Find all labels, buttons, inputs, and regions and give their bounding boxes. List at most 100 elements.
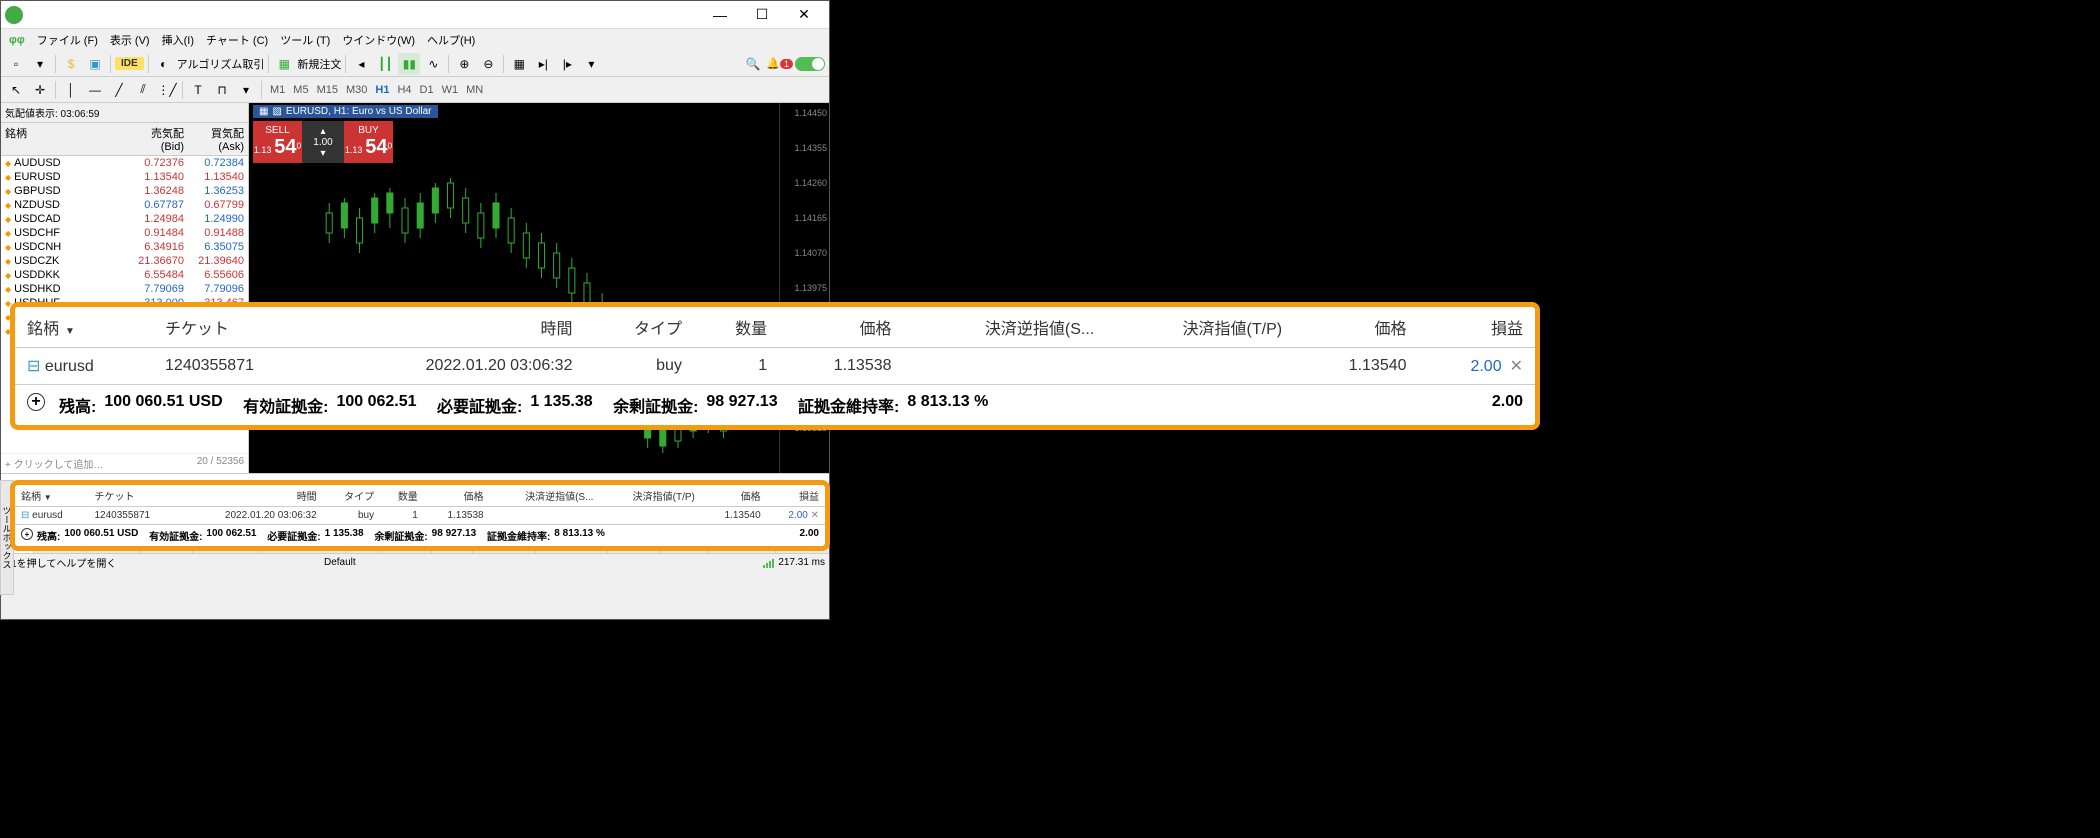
trade-row-small[interactable]: ⊟ eurusd 1240355871 2022.01.20 03:06:32 … xyxy=(15,507,825,525)
line-button[interactable]: ∿ xyxy=(422,53,444,75)
th-pl[interactable]: 損益 xyxy=(1419,307,1535,348)
titlebar: — ☐ ✕ xyxy=(1,1,829,29)
market-watch-title: 気配値表示: 03:06:59 xyxy=(1,103,248,123)
timeframe-h1[interactable]: H1 xyxy=(371,82,393,98)
hline-button[interactable]: — xyxy=(84,79,106,101)
market-row-usddkk[interactable]: ◆ USDDKK6.554846.55606 xyxy=(1,268,248,282)
trade-summary-row: + 残高: 100 060.51 USD 有効証拠金: 100 062.51 必… xyxy=(15,384,1535,425)
col-bid[interactable]: 売気配(Bid) xyxy=(128,123,188,155)
channel-button[interactable]: ⫽ xyxy=(132,79,154,101)
bars-button[interactable]: ┃┃ xyxy=(374,53,396,75)
th-type[interactable]: タイプ xyxy=(584,307,693,348)
menu-view[interactable]: 表示 (V) xyxy=(106,30,154,50)
close-button[interactable]: ✕ xyxy=(783,1,825,29)
th-price2[interactable]: 価格 xyxy=(1294,307,1418,348)
timeframe-w1[interactable]: W1 xyxy=(438,82,463,98)
th-symbol[interactable]: 銘柄▼ xyxy=(15,307,153,348)
tile-button[interactable]: ▦ xyxy=(508,53,530,75)
trade-callout-large: 銘柄▼ チケット 時間 タイプ 数量 価格 決済逆指値(S... 決済指値(T/… xyxy=(10,302,1540,430)
close-position-button[interactable]: ✕ xyxy=(1510,358,1523,375)
th-tp[interactable]: 決済指値(T/P) xyxy=(1106,307,1294,348)
trendline-button[interactable]: ╱ xyxy=(108,79,130,101)
timeframe-mn[interactable]: MN xyxy=(462,82,487,98)
trade-row[interactable]: ⊟ eurusd 1240355871 2022.01.20 03:06:32 … xyxy=(15,348,1535,385)
candles-button[interactable]: ▮▮ xyxy=(398,53,420,75)
vline-button[interactable]: │ xyxy=(60,79,82,101)
new-chart-button[interactable]: ▫ xyxy=(5,53,27,75)
ide-button[interactable]: IDE xyxy=(115,57,144,70)
col-ask[interactable]: 買気配(Ask) xyxy=(188,123,248,155)
alert-badge: 1 xyxy=(780,59,793,69)
left-button[interactable]: ◂ xyxy=(350,53,372,75)
y-tick: 1.14355 xyxy=(794,143,827,153)
market-row-audusd[interactable]: ◆ AUDUSD0.723760.72384 xyxy=(1,156,248,170)
market-row-usdcnh[interactable]: ◆ USDCNH6.349166.35075 xyxy=(1,240,248,254)
th-ticket[interactable]: チケット xyxy=(153,307,325,348)
search-button[interactable]: 🔍 xyxy=(742,53,764,75)
label-button[interactable]: ⊓ xyxy=(211,79,233,101)
market-add-link[interactable]: + クリックして追加… xyxy=(5,456,103,471)
cursor-button[interactable]: ↖ xyxy=(5,79,27,101)
expand-summary-button[interactable]: + xyxy=(27,393,45,411)
objects-menu-button[interactable]: ▾ xyxy=(235,79,257,101)
shift-button[interactable]: ▸| xyxy=(532,53,554,75)
market-row-usdcad[interactable]: ◆ USDCAD1.249841.24990 xyxy=(1,212,248,226)
neworder-label[interactable]: 新規注文 xyxy=(297,56,341,72)
crosshair-button[interactable]: ✛ xyxy=(29,79,51,101)
timeframe-d1[interactable]: D1 xyxy=(416,82,438,98)
market-row-eurusd[interactable]: ◆ EURUSD1.135401.13540 xyxy=(1,170,248,184)
status-ping: 217.31 ms xyxy=(778,557,825,568)
market-row-gbpusd[interactable]: ◆ GBPUSD1.362481.36253 xyxy=(1,184,248,198)
menu-chart[interactable]: チャート (C) xyxy=(202,30,272,50)
alerts-button[interactable]: 🔔1 xyxy=(766,57,793,70)
connection-toggle[interactable] xyxy=(795,57,825,71)
th-sl[interactable]: 決済逆指値(S... xyxy=(904,307,1107,348)
zoomout-button[interactable]: ⊖ xyxy=(477,53,499,75)
menu-window[interactable]: ウインドウ(W) xyxy=(338,30,419,50)
chart-title: ▦▧EURUSD, H1: Euro vs US Dollar xyxy=(253,105,438,118)
minimize-button[interactable]: — xyxy=(699,1,741,29)
y-tick: 1.14070 xyxy=(794,248,827,258)
fibo-button[interactable]: ⋮╱ xyxy=(156,79,178,101)
zoomin-button[interactable]: ⊕ xyxy=(453,53,475,75)
timeframe-m1[interactable]: M1 xyxy=(266,82,289,98)
market-watch-header: 銘柄 売気配(Bid) 買気配(Ask) xyxy=(1,123,248,156)
market-row-usdchf[interactable]: ◆ USDCHF0.914840.91488 xyxy=(1,226,248,240)
maximize-button[interactable]: ☐ xyxy=(741,1,783,29)
market-row-usdczk[interactable]: ◆ USDCZK21.3667021.39640 xyxy=(1,254,248,268)
timeframe-m5[interactable]: M5 xyxy=(289,82,312,98)
algo-label[interactable]: アルゴリズム取引 xyxy=(177,56,265,72)
statusbar: F1を押してヘルプを開く Default 217.31 ms xyxy=(1,553,829,571)
timeframe-m30[interactable]: M30 xyxy=(342,82,371,98)
oneclick-sell-button[interactable]: SELL 1.13 540 xyxy=(253,121,302,163)
marketwatch-button[interactable]: $ xyxy=(60,53,82,75)
text-button[interactable]: T xyxy=(187,79,209,101)
status-default: Default xyxy=(324,557,356,568)
menu-logo-icon: φφ xyxy=(5,32,29,48)
timeframe-m15[interactable]: M15 xyxy=(313,82,342,98)
trade-callout-small: 銘柄 ▼ チケット 時間 タイプ 数量 価格 決済逆指値(S... 決済指値(T… xyxy=(10,480,830,551)
trade-header-row: 銘柄▼ チケット 時間 タイプ 数量 価格 決済逆指値(S... 決済指値(T/… xyxy=(15,307,1535,348)
menu-help[interactable]: ヘルプ(H) xyxy=(423,30,479,50)
market-row-usdhkd[interactable]: ◆ USDHKD7.790697.79096 xyxy=(1,282,248,296)
navigator-button[interactable]: ▣ xyxy=(84,53,106,75)
th-vol[interactable]: 数量 xyxy=(694,307,779,348)
oneclick-lot-input[interactable]: ▴ 1.00 ▾ xyxy=(302,121,344,163)
th-time[interactable]: 時間 xyxy=(325,307,585,348)
options-button[interactable]: ▾ xyxy=(580,53,602,75)
oneclick-buy-button[interactable]: BUY 1.13 540 xyxy=(344,121,393,163)
toolbar-objects: ↖ ✛ │ — ╱ ⫽ ⋮╱ T ⊓ ▾ M1M5M15M30H1H4D1W1M… xyxy=(1,77,829,103)
neworder-icon[interactable]: ▦ xyxy=(273,53,295,75)
signal-bars-icon xyxy=(763,558,774,568)
timeframe-h4[interactable]: H4 xyxy=(393,82,415,98)
menu-insert[interactable]: 挿入(I) xyxy=(158,30,198,50)
market-row-nzdusd[interactable]: ◆ NZDUSD0.677870.67799 xyxy=(1,198,248,212)
th-price[interactable]: 価格 xyxy=(779,307,903,348)
menu-tool[interactable]: ツール (T) xyxy=(276,30,334,50)
algo-toggle-icon[interactable]: ◐ xyxy=(153,53,175,75)
autoscroll-button[interactable]: |▸ xyxy=(556,53,578,75)
menu-file[interactable]: ファイル (F) xyxy=(33,30,102,50)
close-position-small-button[interactable]: ✕ xyxy=(811,510,819,521)
profile-button[interactable]: ▾ xyxy=(29,53,51,75)
col-symbol[interactable]: 銘柄 xyxy=(1,123,128,155)
